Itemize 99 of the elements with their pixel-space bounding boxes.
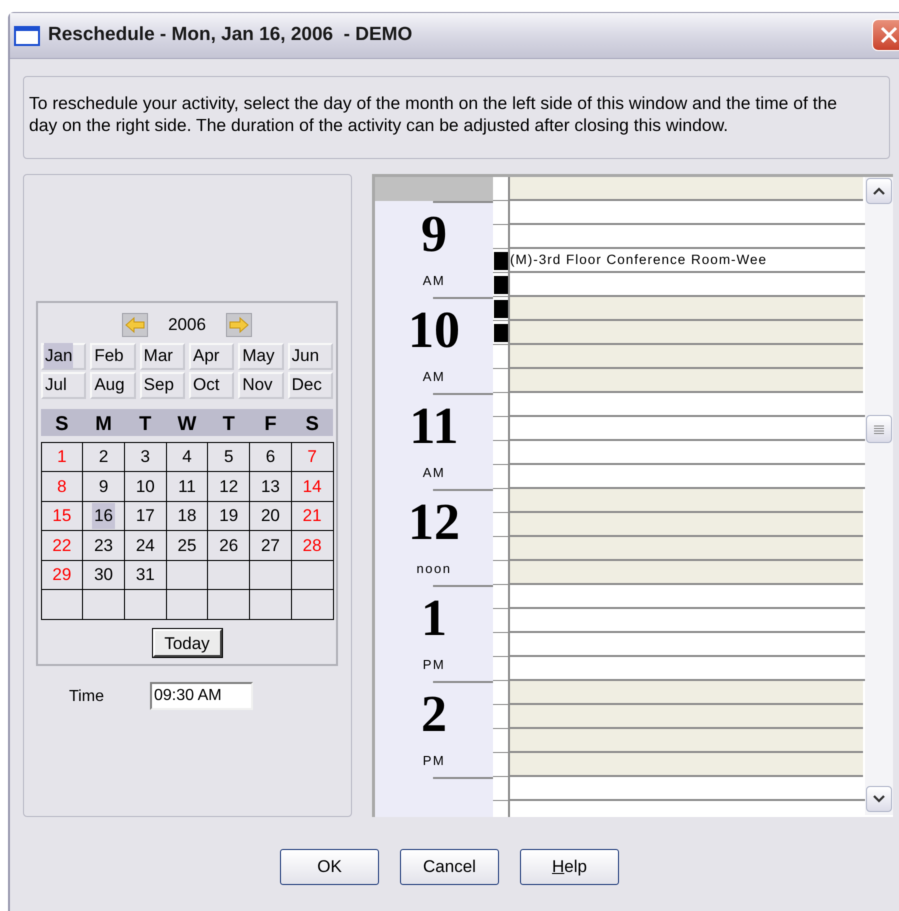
time-slot[interactable] bbox=[510, 537, 863, 561]
time-slot[interactable] bbox=[510, 705, 863, 729]
day-cell[interactable]: 18 bbox=[166, 502, 208, 531]
time-slot[interactable] bbox=[510, 729, 863, 753]
day-cell[interactable]: 2 bbox=[83, 442, 125, 472]
day-cell[interactable]: 19 bbox=[208, 502, 250, 531]
day-cell[interactable]: 25 bbox=[166, 531, 208, 560]
month-tab[interactable]: Jan bbox=[41, 342, 86, 370]
up-chevron-icon bbox=[873, 187, 885, 195]
empty-day-cell bbox=[208, 560, 250, 590]
dialog-button[interactable]: Help bbox=[520, 849, 619, 885]
hour-suffix: noon bbox=[416, 560, 452, 578]
scroll-up-button[interactable] bbox=[866, 178, 892, 204]
grip-icon bbox=[874, 424, 884, 434]
day-cell[interactable]: 12 bbox=[208, 472, 250, 502]
time-slot[interactable] bbox=[510, 369, 863, 393]
month-tab[interactable]: Oct bbox=[188, 372, 234, 398]
hour-number: 9 bbox=[421, 209, 447, 261]
day-cell[interactable]: 16 bbox=[83, 502, 125, 531]
month-tab[interactable]: Apr bbox=[188, 342, 234, 370]
today-button[interactable]: Today bbox=[152, 628, 222, 656]
empty-day-cell bbox=[250, 590, 292, 620]
year-label: 2006 bbox=[167, 314, 207, 336]
day-cell[interactable]: 17 bbox=[124, 502, 167, 531]
empty-day-cell bbox=[83, 590, 125, 620]
time-slot[interactable] bbox=[510, 561, 863, 585]
day-cell[interactable]: 24 bbox=[124, 531, 167, 560]
left-arrow-icon bbox=[125, 316, 145, 333]
event-label[interactable]: (M)-3rd Floor Conference Room-Wee bbox=[510, 250, 768, 270]
hour-suffix: AM bbox=[422, 272, 446, 290]
day-cell[interactable]: 23 bbox=[83, 531, 125, 560]
close-button[interactable] bbox=[872, 19, 899, 51]
weekday-label: W bbox=[176, 412, 198, 436]
weekday-label: T bbox=[222, 412, 236, 436]
time-slot[interactable] bbox=[510, 297, 863, 321]
empty-day-cell bbox=[292, 560, 334, 590]
month-tab[interactable]: Nov bbox=[238, 372, 284, 398]
dialog-button[interactable]: OK bbox=[280, 849, 379, 885]
empty-day-cell bbox=[250, 560, 292, 590]
dialog-button[interactable]: Cancel bbox=[400, 849, 499, 885]
day-cell[interactable]: 31 bbox=[124, 560, 167, 590]
time-slot[interactable] bbox=[510, 681, 863, 705]
time-label: Time bbox=[69, 687, 104, 707]
day-cell[interactable]: 11 bbox=[166, 472, 208, 502]
hour-suffix: PM bbox=[422, 752, 446, 770]
month-tab[interactable]: Jul bbox=[41, 372, 86, 398]
down-chevron-icon bbox=[873, 795, 885, 803]
time-slot[interactable] bbox=[510, 489, 863, 513]
weekday-label: S bbox=[54, 412, 70, 436]
day-cell[interactable]: 10 bbox=[124, 472, 167, 502]
instructions-text: To reschedule your activity, select the day of the month on the left side of this window and the time of the day on the right side. The duration of the activity can be adjusted after closing this window. bbox=[23, 76, 890, 159]
empty-day-cell bbox=[292, 590, 334, 620]
scroll-thumb[interactable] bbox=[866, 415, 892, 443]
hour-number: 1 bbox=[421, 593, 447, 645]
month-tab[interactable]: Mar bbox=[140, 342, 185, 370]
hour-suffix: PM bbox=[422, 656, 446, 674]
empty-day-cell bbox=[124, 590, 167, 620]
day-cell[interactable]: 4 bbox=[166, 442, 208, 472]
weekday-label: M bbox=[94, 412, 113, 436]
empty-day-cell bbox=[166, 590, 208, 620]
time-slot[interactable] bbox=[510, 321, 863, 345]
scroll-down-button[interactable] bbox=[866, 786, 892, 812]
day-cell[interactable]: 9 bbox=[83, 472, 125, 502]
close-icon bbox=[879, 25, 899, 45]
hour-number: 12 bbox=[408, 497, 460, 549]
hour-number: 11 bbox=[409, 401, 459, 453]
month-tab[interactable]: Jun bbox=[288, 342, 333, 370]
right-arrow-icon bbox=[229, 316, 249, 333]
empty-day-cell bbox=[208, 590, 250, 620]
day-cell[interactable]: 5 bbox=[208, 442, 250, 472]
weekday-label: S bbox=[304, 412, 320, 436]
weekday-label: T bbox=[138, 412, 152, 436]
hour-number: 10 bbox=[408, 305, 460, 357]
hour-suffix: AM bbox=[422, 464, 446, 482]
next-year-button[interactable] bbox=[226, 312, 252, 337]
day-cell[interactable]: 6 bbox=[250, 442, 292, 472]
day-cell[interactable]: 26 bbox=[208, 531, 250, 560]
time-slot[interactable] bbox=[510, 753, 863, 777]
day-cell[interactable]: 27 bbox=[250, 531, 292, 560]
weekday-label: F bbox=[263, 412, 278, 436]
empty-day-cell bbox=[166, 560, 208, 590]
hour-suffix: AM bbox=[422, 368, 446, 386]
day-cell[interactable]: 13 bbox=[250, 472, 292, 502]
time-slot[interactable] bbox=[510, 345, 863, 369]
day-cell[interactable]: 20 bbox=[250, 502, 292, 531]
previous-year-button[interactable] bbox=[122, 312, 148, 337]
month-tab[interactable]: Feb bbox=[90, 342, 136, 370]
time-field[interactable]: 09:30 AM bbox=[150, 682, 253, 710]
time-slot[interactable] bbox=[510, 513, 863, 537]
month-tab[interactable]: May bbox=[238, 342, 284, 370]
month-tab[interactable]: Dec bbox=[288, 372, 333, 398]
window-icon bbox=[14, 26, 40, 46]
window-title: Reschedule - Mon, Jan 16, 2006 - DEMO bbox=[48, 23, 412, 48]
scrollbar[interactable] bbox=[865, 177, 893, 815]
day-cell[interactable]: 3 bbox=[124, 442, 167, 472]
month-tab[interactable]: Aug bbox=[90, 372, 136, 398]
day-cell[interactable]: 30 bbox=[83, 560, 125, 590]
hour-number: 2 bbox=[421, 689, 447, 741]
month-tab[interactable]: Sep bbox=[140, 372, 185, 398]
